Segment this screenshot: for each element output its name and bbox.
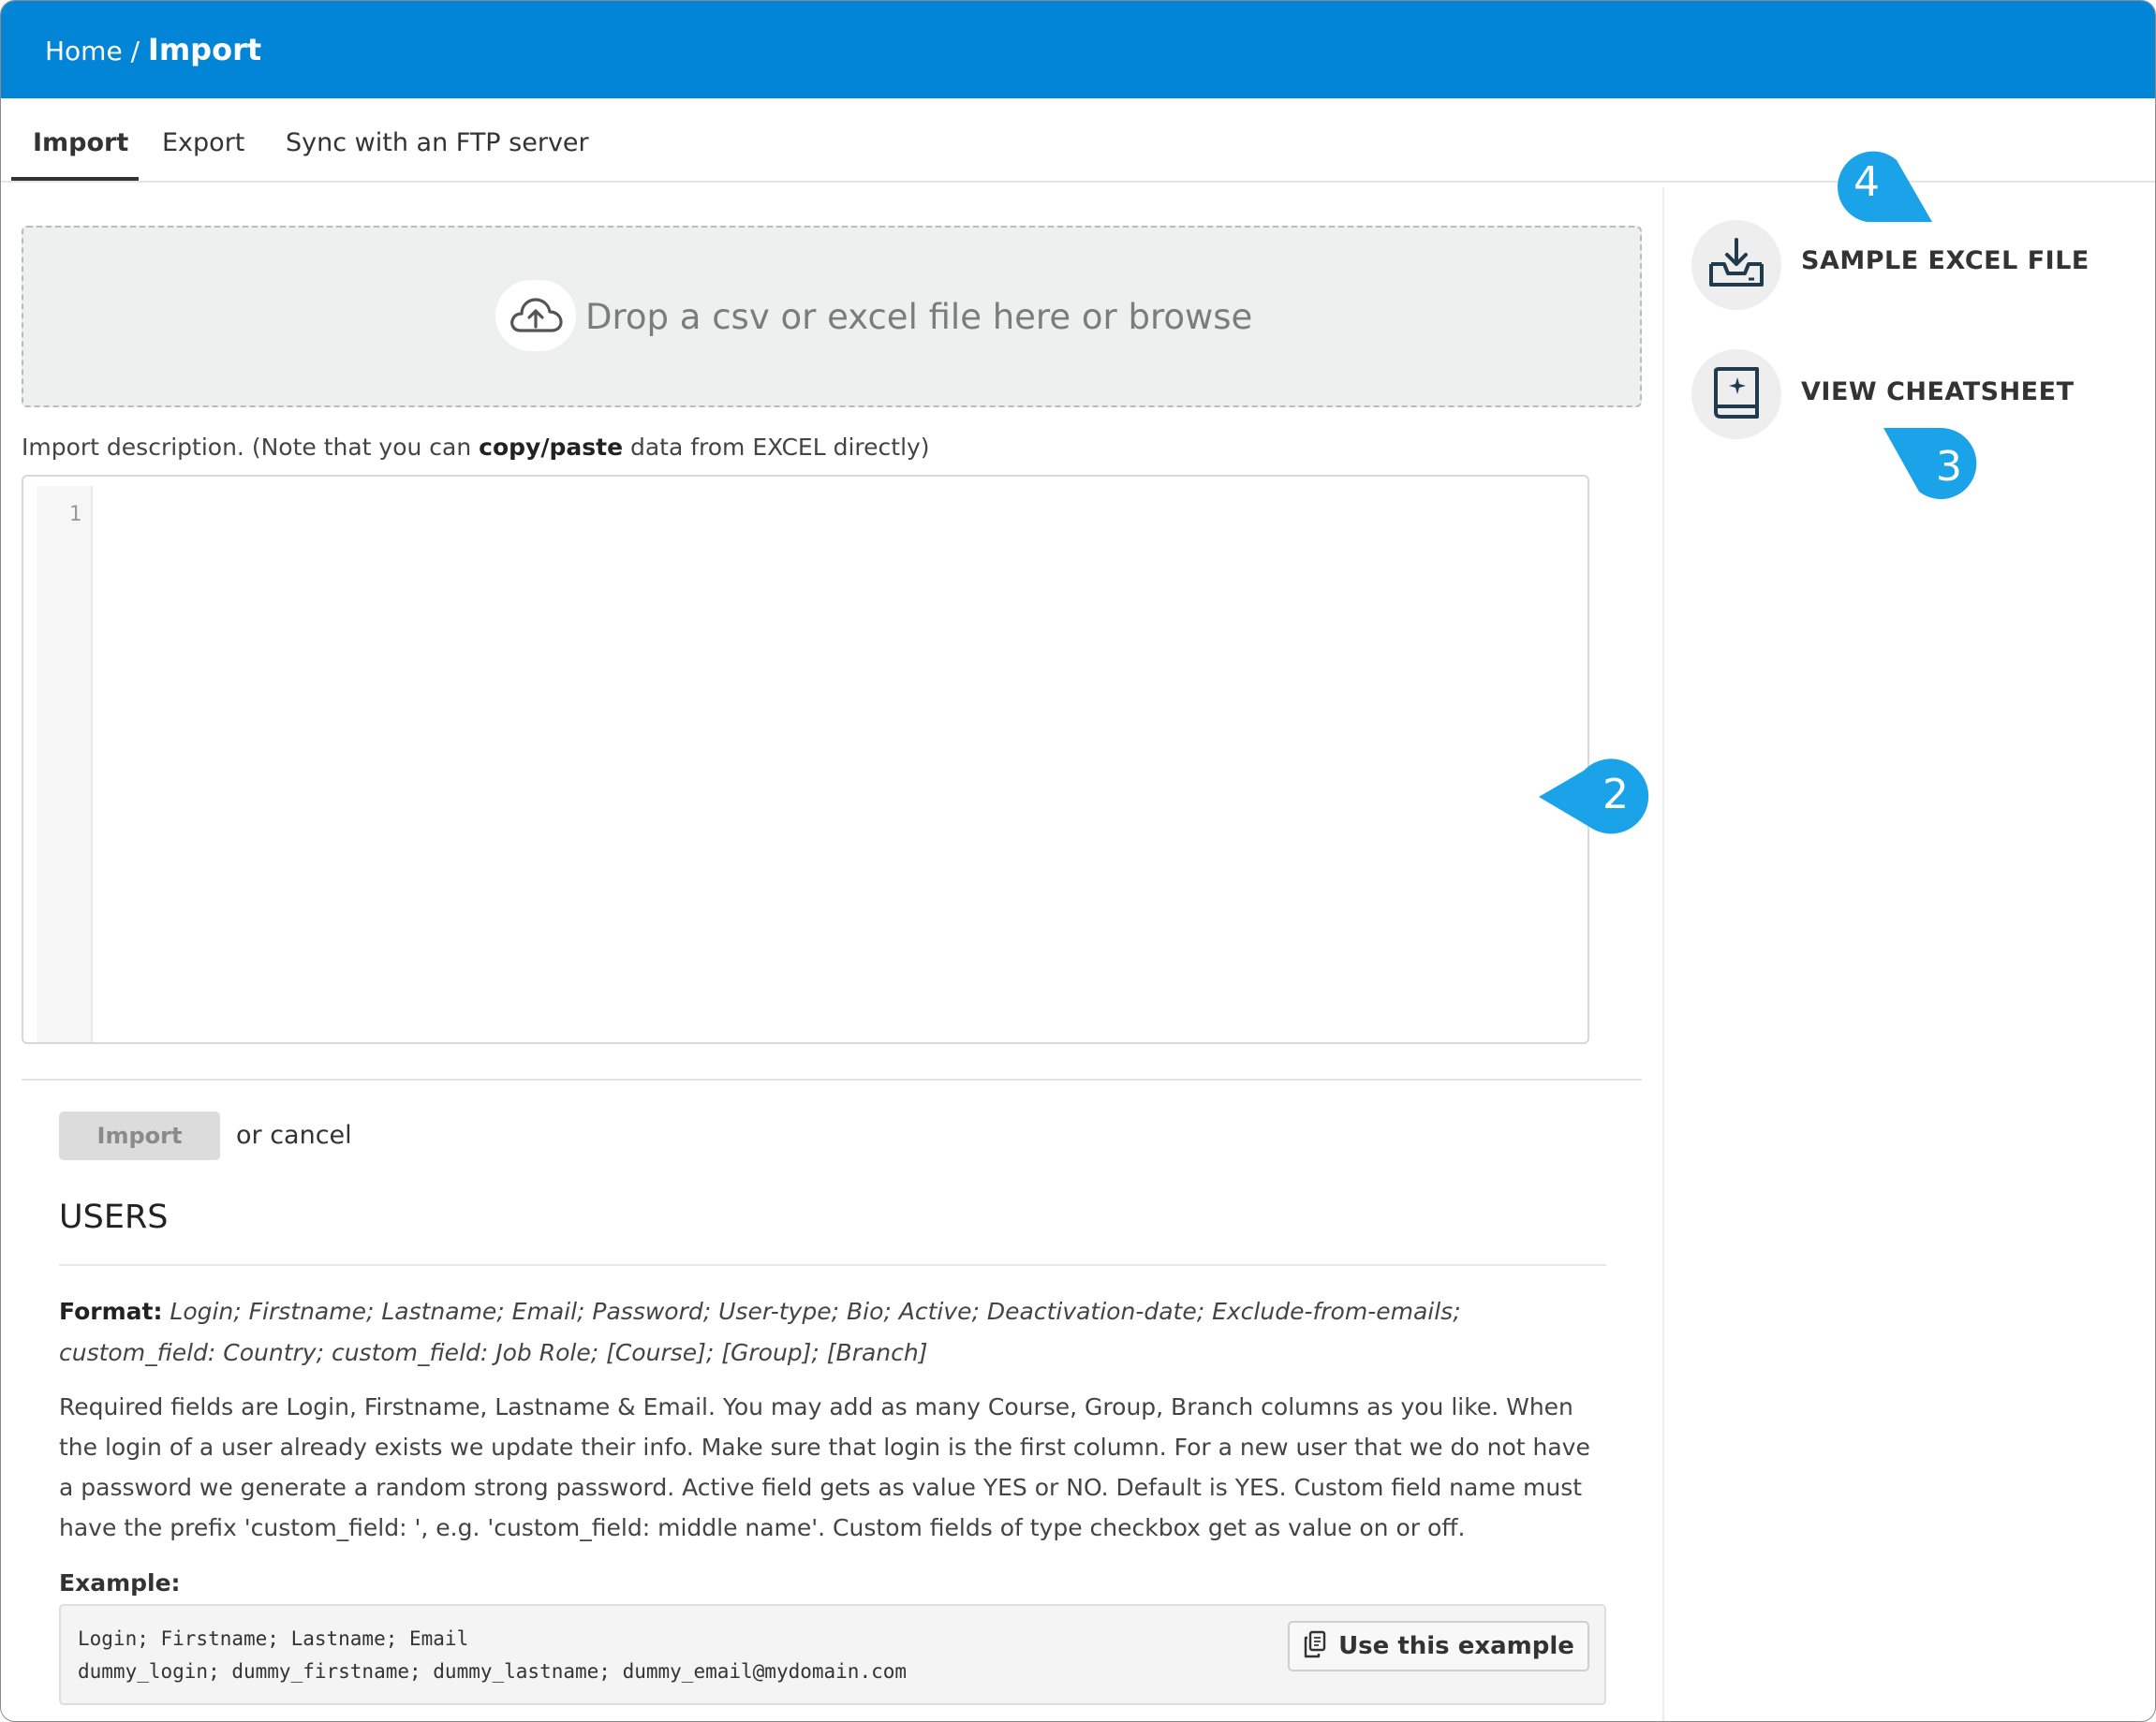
example-box: Login; Firstname; Lastname; Email dummy_… xyxy=(59,1604,1606,1705)
tab-import[interactable]: Import xyxy=(33,128,128,157)
callout-number: 4 xyxy=(1853,158,1880,206)
tab-export[interactable]: Export xyxy=(162,128,244,157)
download-tray-icon xyxy=(1707,236,1765,294)
format-description: Format: Login; Firstname; Lastname; Emai… xyxy=(59,1291,1604,1374)
divider xyxy=(59,1264,1606,1266)
cloud-upload-icon xyxy=(495,280,576,351)
view-cheatsheet-link[interactable]: VIEW CHEATSHEET xyxy=(1801,377,2075,406)
callout-number: 2 xyxy=(1602,771,1629,818)
breadcrumb-home[interactable]: Home xyxy=(45,36,123,66)
use-example-button[interactable]: Use this example xyxy=(1288,1621,1589,1671)
active-tab-indicator xyxy=(11,177,139,181)
divider xyxy=(22,1079,1642,1081)
book-sparkle-icon xyxy=(1712,365,1761,423)
dropzone-text: Drop a csv or excel file here or browse xyxy=(585,297,1253,337)
users-heading: USERS xyxy=(59,1199,169,1236)
callout-marker-4: 4 xyxy=(1829,149,1934,226)
tab-ftp-sync[interactable]: Sync with an FTP server xyxy=(286,128,589,157)
view-cheatsheet-button[interactable] xyxy=(1691,349,1781,439)
callout-marker-3: 3 xyxy=(1880,426,1985,505)
import-button[interactable]: Import xyxy=(59,1111,220,1160)
format-value: Login; Firstname; Lastname; Email; Passw… xyxy=(59,1298,1461,1366)
sample-excel-file-link[interactable]: SAMPLE EXCEL FILE xyxy=(1801,246,2090,275)
editor-line-gutter: 1 xyxy=(37,486,93,1042)
format-label: Format: xyxy=(59,1298,163,1325)
cancel-link[interactable]: or cancel xyxy=(236,1121,352,1150)
example-label: Example: xyxy=(59,1569,181,1597)
description-label-bold: copy/paste xyxy=(479,434,624,461)
breadcrumb-separator: / xyxy=(122,36,148,66)
copy-icon xyxy=(1303,1630,1327,1662)
example-code: Login; Firstname; Lastname; Email dummy_… xyxy=(78,1627,908,1683)
top-header: Home / Import xyxy=(1,1,2155,98)
required-fields-text: Required fields are Login, Firstname, La… xyxy=(59,1393,1590,1541)
panel-divider xyxy=(1662,188,1664,1721)
breadcrumb-current: Import xyxy=(147,32,262,67)
callout-marker-2: 2 xyxy=(1537,756,1655,834)
line-number: 1 xyxy=(68,503,81,526)
breadcrumb: Home / Import xyxy=(45,32,261,67)
import-page: Home / Import Import Export Sync with an… xyxy=(0,0,2156,1722)
description-label: Import description. (Note that you can c… xyxy=(22,434,930,461)
description-label-start: Import description. (Note that you can xyxy=(22,434,480,461)
import-description-editor[interactable]: 1 xyxy=(22,475,1589,1044)
sample-excel-file-button[interactable] xyxy=(1691,220,1781,310)
description-label-end: data from EXCEL directly) xyxy=(623,434,930,461)
file-dropzone[interactable]: Drop a csv or excel file here or browse xyxy=(22,226,1642,407)
use-example-label: Use this example xyxy=(1338,1632,1574,1660)
callout-number: 3 xyxy=(1936,443,1962,491)
